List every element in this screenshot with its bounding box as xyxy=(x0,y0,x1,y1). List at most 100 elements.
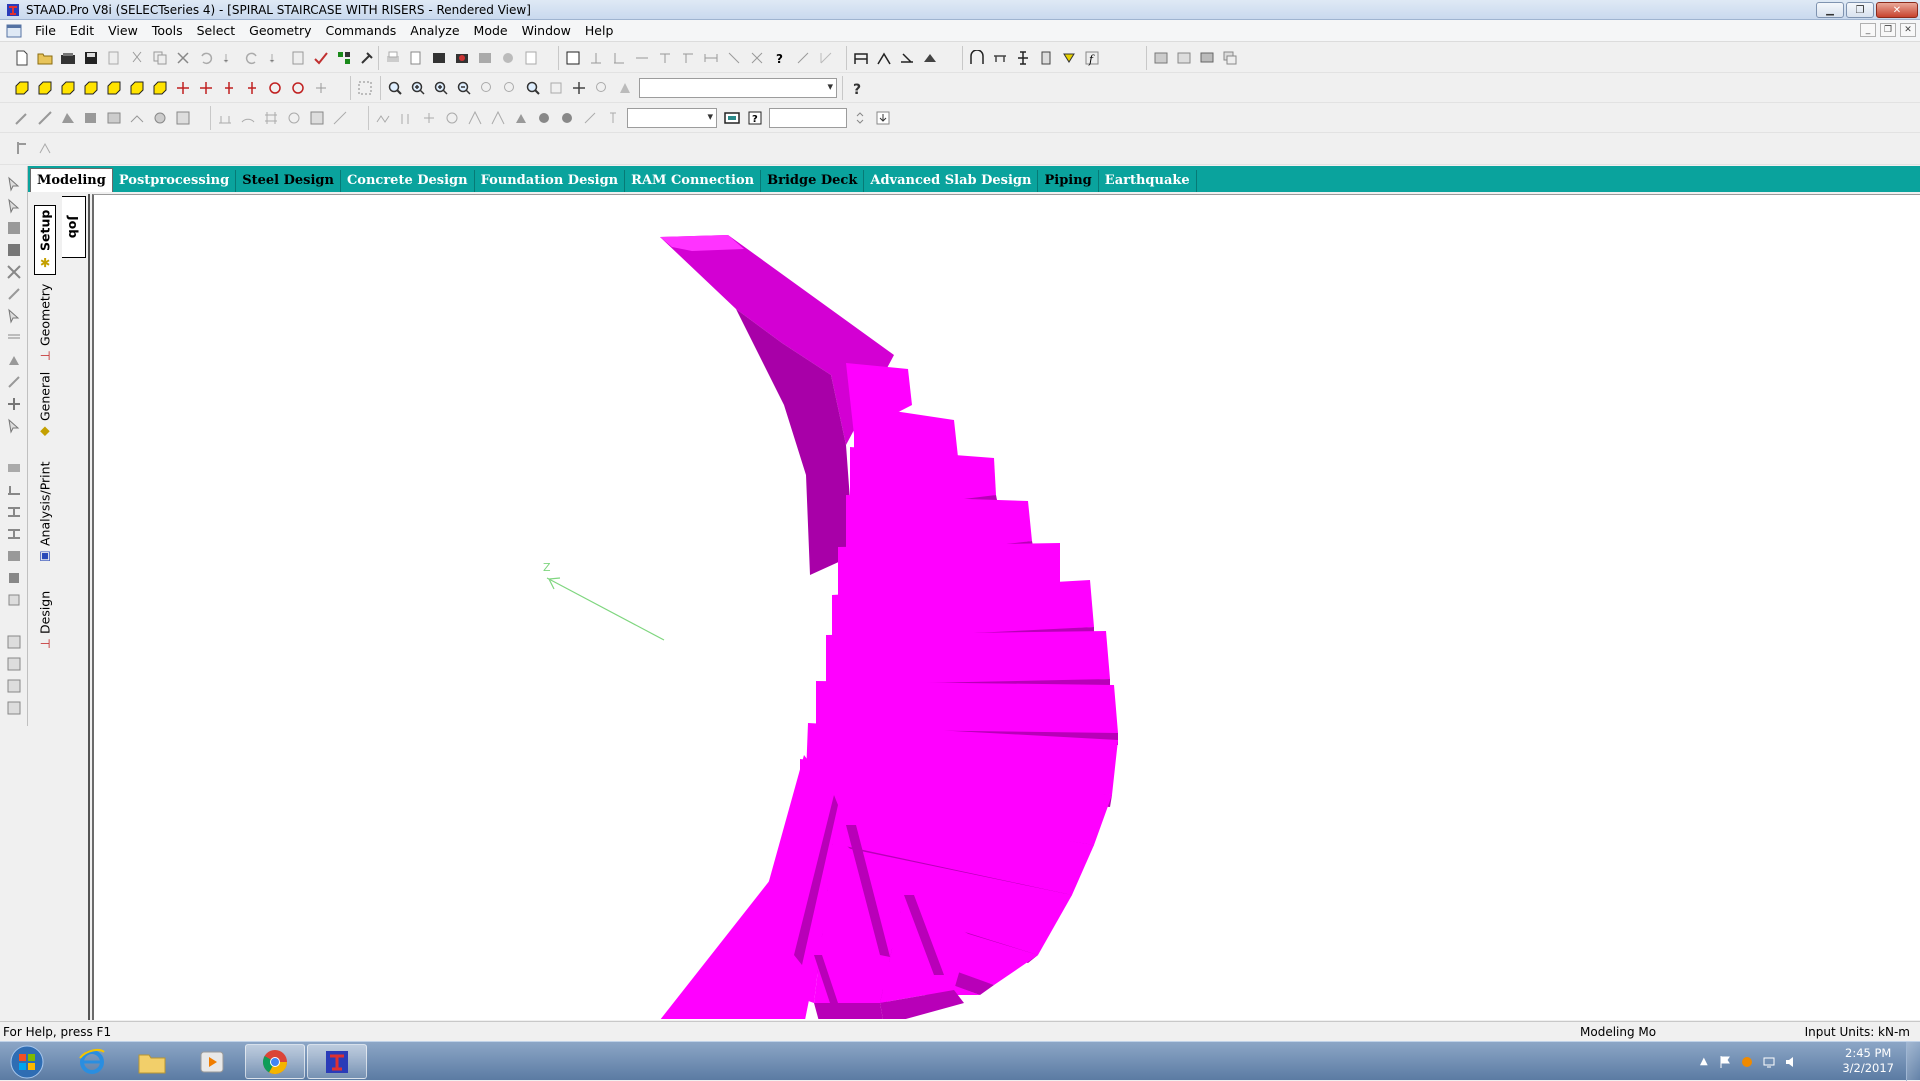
dynamic-rotate-icon[interactable] xyxy=(312,79,330,97)
move-icon[interactable] xyxy=(374,109,392,127)
view-top-icon[interactable] xyxy=(105,79,123,97)
function-icon[interactable]: f xyxy=(1083,49,1101,67)
label-size-combo[interactable] xyxy=(627,108,717,128)
report-1-icon[interactable] xyxy=(6,634,22,650)
delete-icon[interactable] xyxy=(174,49,192,67)
view-name-combo[interactable] xyxy=(639,78,837,98)
section-5-icon[interactable] xyxy=(6,548,22,564)
draw-line-icon[interactable] xyxy=(331,109,349,127)
value-input[interactable] xyxy=(769,108,847,128)
new-file-icon[interactable] xyxy=(13,49,31,67)
rotate-left-icon[interactable] xyxy=(220,79,238,97)
cursor-nodes-icon[interactable] xyxy=(6,176,22,192)
translate-icon[interactable] xyxy=(397,109,415,127)
cursor-members-icon[interactable] xyxy=(6,330,22,346)
mdi-minimize-icon[interactable]: _ xyxy=(1860,23,1876,37)
undo-drop-icon[interactable] xyxy=(220,49,238,67)
labels-icon[interactable] xyxy=(36,139,54,157)
save-icon[interactable] xyxy=(82,49,100,67)
cursor-move-icon[interactable] xyxy=(6,396,22,412)
monitor-icon[interactable] xyxy=(723,109,741,127)
action-center-flag-icon[interactable] xyxy=(1718,1055,1732,1069)
tab-postprocessing[interactable]: Postprocessing xyxy=(113,170,237,192)
spin-right-icon[interactable] xyxy=(289,79,307,97)
cursor-beams-icon[interactable] xyxy=(6,198,22,214)
dim-7-icon[interactable] xyxy=(725,49,743,67)
zoom-in-icon[interactable] xyxy=(432,79,450,97)
view-back-icon[interactable] xyxy=(36,79,54,97)
rotate-up-icon[interactable] xyxy=(174,79,192,97)
close-icon[interactable]: ✕ xyxy=(1876,2,1918,18)
tab-modeling[interactable]: Modeling xyxy=(30,168,113,192)
column-icon[interactable] xyxy=(1014,49,1032,67)
tab-piping[interactable]: Piping xyxy=(1038,170,1099,192)
redo-icon[interactable] xyxy=(243,49,261,67)
mdi-close-icon[interactable]: ✕ xyxy=(1900,23,1916,37)
menu-analyze[interactable]: Analyze xyxy=(403,20,466,42)
renumber-icon[interactable] xyxy=(604,109,622,127)
menu-help[interactable]: Help xyxy=(578,20,621,42)
open-view-icon[interactable] xyxy=(1175,49,1193,67)
section-7-icon[interactable] xyxy=(6,592,22,608)
dim-2-icon[interactable] xyxy=(610,49,628,67)
merge-icon[interactable] xyxy=(466,109,484,127)
query-box-icon[interactable]: ? xyxy=(746,109,764,127)
taskbar-clock[interactable]: 2:45 PM 3/2/2017 xyxy=(1842,1046,1894,1076)
app-tray-icon[interactable] xyxy=(1740,1055,1754,1069)
network-icon[interactable] xyxy=(1762,1055,1776,1069)
cursor-solids-icon[interactable] xyxy=(6,242,22,258)
rotate-down-icon[interactable] xyxy=(197,79,215,97)
plate-mesh-icon[interactable] xyxy=(308,109,326,127)
add-beam-icon[interactable] xyxy=(216,109,234,127)
beam-icon[interactable] xyxy=(991,49,1009,67)
staircase-model[interactable]: Z xyxy=(94,195,1920,1081)
structure-diagram-icon[interactable] xyxy=(13,139,31,157)
clipboard-icon[interactable] xyxy=(289,49,307,67)
dim-1-icon[interactable] xyxy=(587,49,605,67)
undo-icon[interactable] xyxy=(197,49,215,67)
open-folder-icon[interactable] xyxy=(36,49,54,67)
cursor-surfaces-icon[interactable] xyxy=(6,264,22,280)
view-iso-icon[interactable] xyxy=(151,79,169,97)
zoom-dynamic-icon[interactable] xyxy=(409,79,427,97)
connect-icon[interactable] xyxy=(535,109,553,127)
taskbar-explorer[interactable] xyxy=(122,1044,182,1079)
view-front-icon[interactable] xyxy=(13,79,31,97)
select-physical-icon[interactable] xyxy=(151,109,169,127)
taskbar-media-player[interactable] xyxy=(182,1044,242,1079)
page-job[interactable]: Job xyxy=(62,196,86,258)
tab-foundation-design[interactable]: Foundation Design xyxy=(475,170,626,192)
menu-window[interactable]: Window xyxy=(515,20,578,42)
cursor-physical-icon[interactable] xyxy=(6,308,22,324)
report-setup-icon[interactable] xyxy=(499,49,517,67)
split-icon[interactable] xyxy=(489,109,507,127)
circle-icon[interactable] xyxy=(285,109,303,127)
select-grid-icon[interactable] xyxy=(174,109,192,127)
cursor-plates-icon[interactable] xyxy=(6,220,22,236)
menu-mode[interactable]: Mode xyxy=(467,20,515,42)
tab-bridge-deck[interactable]: Bridge Deck xyxy=(761,170,865,192)
add-curved-icon[interactable] xyxy=(239,109,257,127)
cursor-supports-icon[interactable] xyxy=(6,352,22,368)
structure-4-icon[interactable] xyxy=(921,49,939,67)
tray-expand-icon[interactable]: ▲ xyxy=(1700,1056,1708,1067)
arch-icon[interactable] xyxy=(968,49,986,67)
magnify-icon[interactable] xyxy=(593,79,611,97)
tab-ram-connection[interactable]: RAM Connection xyxy=(625,170,762,192)
menu-view[interactable]: View xyxy=(101,20,145,42)
dim-6-icon[interactable] xyxy=(702,49,720,67)
display-icon[interactable] xyxy=(1198,49,1216,67)
camera-icon[interactable] xyxy=(453,49,471,67)
dim-10-icon[interactable] xyxy=(817,49,835,67)
page-setup[interactable]: ✱ Setup xyxy=(34,205,56,275)
zoom-extents-icon[interactable] xyxy=(547,79,565,97)
pan-icon[interactable] xyxy=(570,79,588,97)
dim-3-icon[interactable] xyxy=(633,49,651,67)
mirror-icon[interactable] xyxy=(443,109,461,127)
open-structure-icon[interactable] xyxy=(59,49,77,67)
document-icon[interactable] xyxy=(6,24,22,38)
start-button[interactable] xyxy=(0,1044,54,1079)
render-icon[interactable] xyxy=(616,79,634,97)
zoom-all-icon[interactable] xyxy=(524,79,542,97)
menu-file[interactable]: File xyxy=(28,20,63,42)
